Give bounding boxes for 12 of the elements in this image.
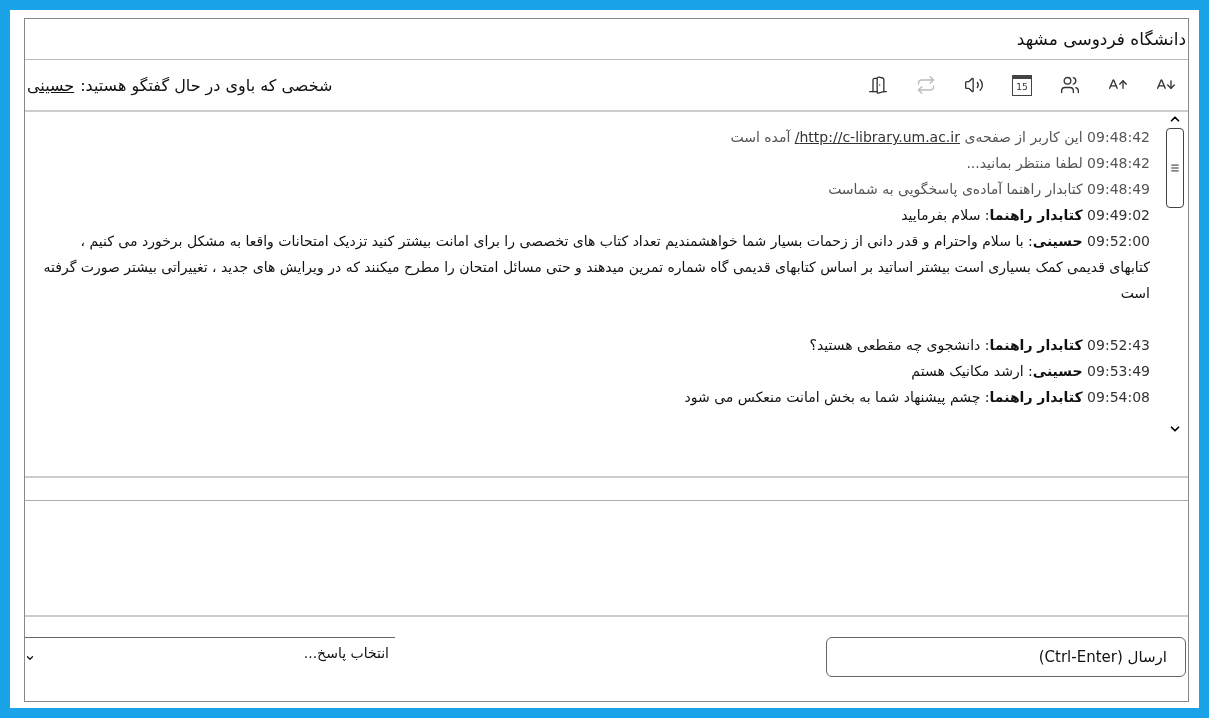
- partner-label: شخصی که باوی در حال گفتگو هستید:: [80, 75, 333, 95]
- chat-message: کتابهای قدیمی کمک بسیاری است بیشتر اساتید بر اساس کتابهای قدیمی گاه شماره تمرین میدهند و حتی مسائل امتحان را مطرح میکنند که در ویرایش های جدید ، تغییراتی بیشتر صورت گرفته است: [42, 258, 1150, 303]
- users-icon[interactable]: [1060, 75, 1080, 95]
- speaker-icon[interactable]: [964, 75, 984, 95]
- window-title: دانشگاه فردوسی مشهد: [1016, 29, 1186, 49]
- scrollbar-thumb[interactable]: [1166, 128, 1184, 208]
- calendar-icon[interactable]: 15: [1012, 74, 1032, 96]
- page-link[interactable]: http://c-library.um.ac.ir/: [794, 129, 960, 145]
- reply-select[interactable]: انتخاب پاسخ...: [25, 636, 395, 678]
- partner-name-link[interactable]: حسینی: [27, 75, 75, 95]
- exit-icon[interactable]: [868, 75, 888, 95]
- send-button[interactable]: ارسال (Ctrl-Enter): [826, 637, 1186, 677]
